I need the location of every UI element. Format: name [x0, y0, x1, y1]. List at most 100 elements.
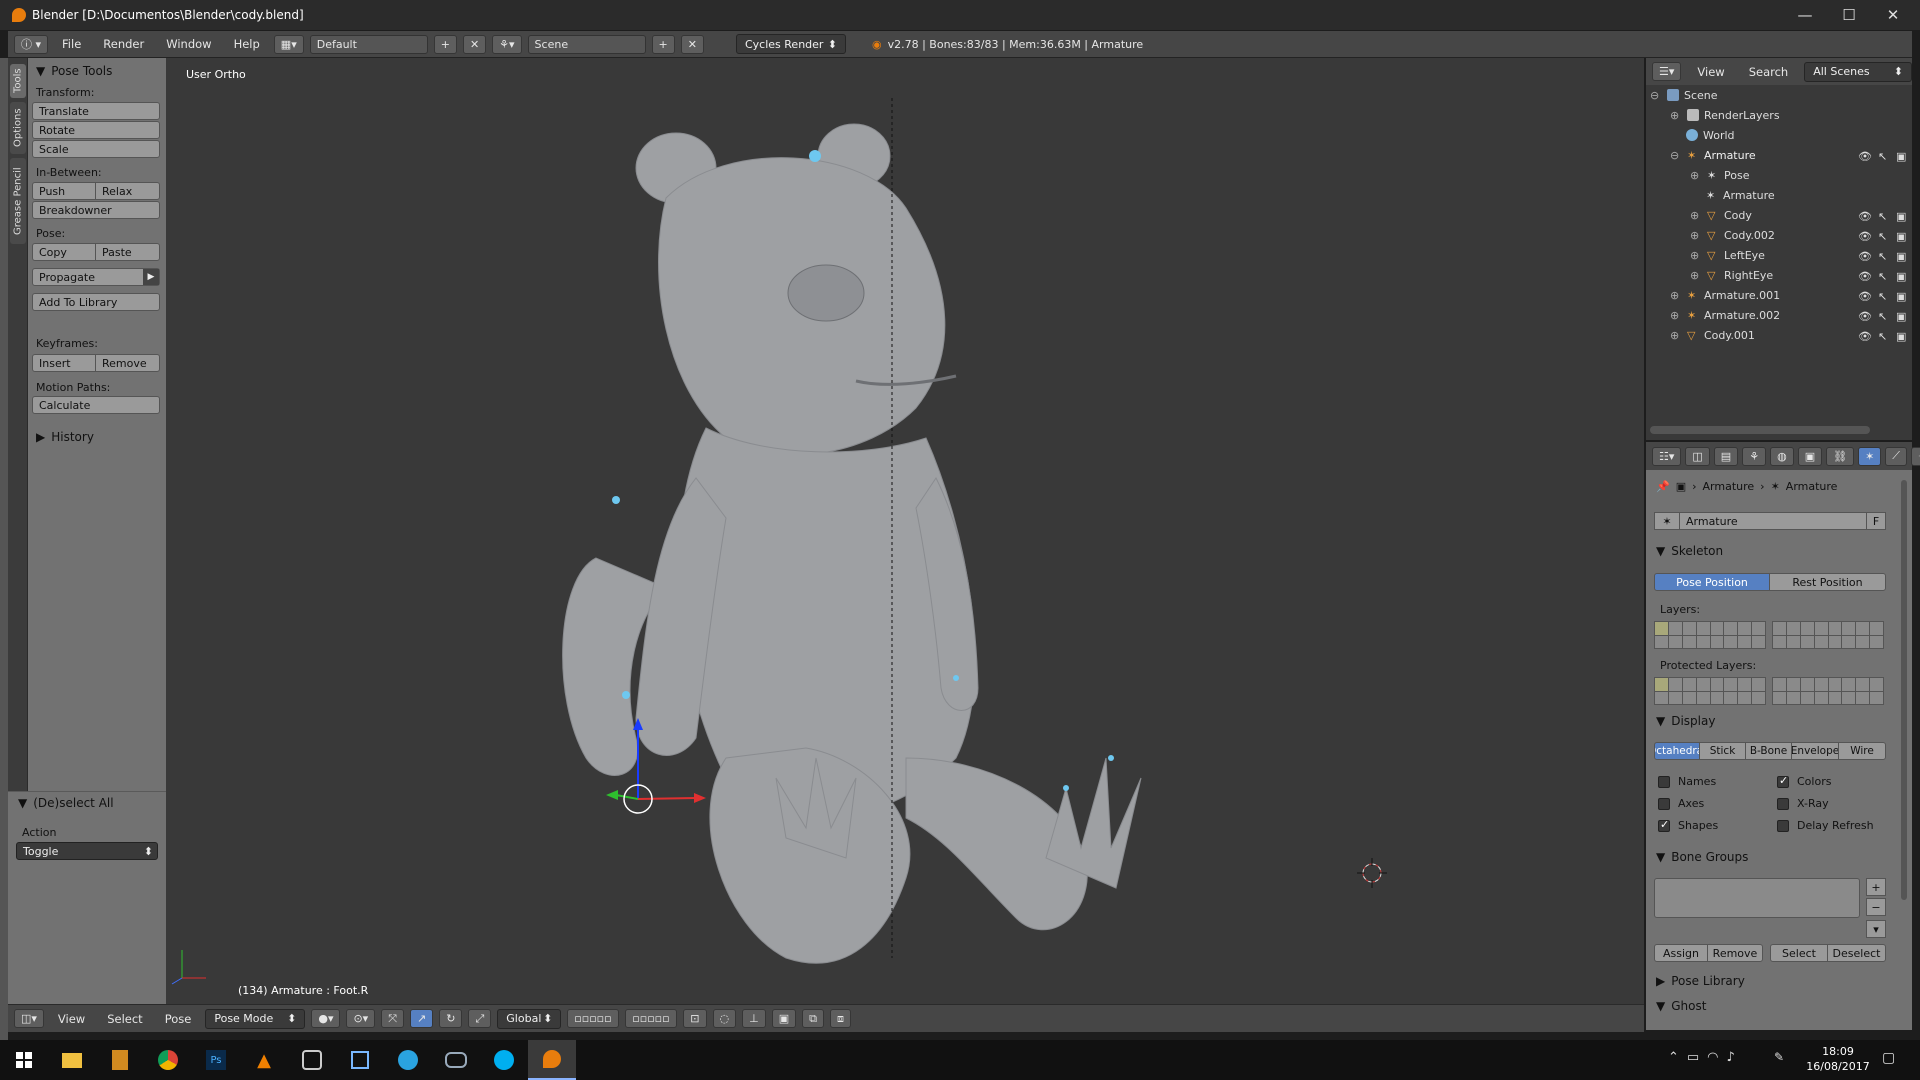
remove-keyframe-button[interactable]: Remove — [95, 354, 160, 372]
gizmo-y-axis[interactable] — [606, 790, 618, 800]
render-layers-tab-icon[interactable]: ▤ — [1713, 446, 1739, 466]
bone-tab-icon[interactable]: ⟋ — [1885, 446, 1907, 466]
deselect-button[interactable]: Deselect — [1827, 944, 1886, 962]
push-button[interactable]: Push — [32, 182, 96, 200]
manipulator-toggle-icon[interactable]: ⤧ — [381, 1009, 405, 1028]
file-explorer-icon[interactable] — [48, 1040, 96, 1080]
chrome-icon[interactable] — [144, 1040, 192, 1080]
editor-type-info-icon[interactable]: ⓘ ▾ — [14, 34, 49, 54]
propagate-menu-icon[interactable]: ▶ — [143, 269, 159, 285]
add-scene-icon[interactable]: + — [651, 34, 675, 54]
render-engine-select[interactable]: Cycles Render ⬍ — [735, 34, 846, 54]
bone-group-menu-icon[interactable]: ▾ — [1866, 920, 1886, 938]
datablock-name-field[interactable]: Armature — [1679, 512, 1867, 530]
maximize-icon[interactable]: ☐ — [1826, 0, 1872, 30]
outliner-filter-select[interactable]: All Scenes ⬍ — [1804, 61, 1912, 82]
breakdowner-button[interactable]: Breakdowner — [32, 201, 160, 219]
ghost-header[interactable]: ▼ Ghost — [1656, 999, 1706, 1013]
telegram-icon[interactable] — [384, 1040, 432, 1080]
propagate-button[interactable]: Propagate ▶ — [32, 268, 160, 286]
outliner-item-renderlayers[interactable]: ⊕ RenderLayers — [1670, 105, 1780, 125]
menu-render[interactable]: Render — [95, 37, 152, 51]
remove-button[interactable]: Remove — [1707, 944, 1763, 962]
paste-pose-button[interactable]: Paste — [95, 243, 160, 261]
blender-taskbar-icon[interactable] — [528, 1040, 576, 1080]
pin-icon[interactable]: 📌 — [1656, 480, 1670, 493]
rotate-button[interactable]: Rotate — [32, 121, 160, 139]
gizmo-x-axis[interactable] — [694, 793, 706, 803]
outliner-select-column[interactable]: ↖ ↖ ↖ ↖ ↖ ↖ ↖ ↖ — [1878, 147, 1887, 347]
clock[interactable]: 18:09 16/08/2017 — [1806, 1044, 1870, 1074]
menu-file[interactable]: File — [54, 37, 89, 51]
layers-grid-1[interactable] — [1654, 621, 1766, 649]
skype-icon[interactable] — [480, 1040, 528, 1080]
pen-icon[interactable]: ✎ — [1774, 1050, 1784, 1064]
outliner-item-lefteye[interactable]: ⊕ ▽ LeftEye — [1690, 245, 1765, 265]
insert-keyframe-button[interactable]: Insert — [32, 354, 96, 372]
axes-checkbox[interactable] — [1658, 798, 1670, 810]
outliner-item-scene[interactable]: ⊖ Scene — [1650, 85, 1718, 105]
outliner-item-armature-data[interactable]: ✶ Armature — [1706, 185, 1775, 205]
menu-pose[interactable]: Pose — [157, 1012, 200, 1026]
bone-constraints-tab-icon[interactable]: ✧ — [1910, 446, 1920, 466]
add-to-library-button[interactable]: Add To Library — [32, 293, 160, 311]
skeleton-header[interactable]: ▼ Skeleton — [1656, 544, 1723, 558]
app-icon[interactable] — [96, 1040, 144, 1080]
add-bone-group-icon[interactable]: + — [1866, 878, 1886, 896]
tab-grease-pencil[interactable]: Grease Pencil — [10, 158, 26, 244]
translate-button[interactable]: Translate — [32, 102, 160, 120]
outliner-item-armature-001[interactable]: ⊕ ✶ Armature.001 — [1670, 285, 1780, 305]
remove-bone-group-icon[interactable]: − — [1866, 898, 1886, 916]
copy-pose-icon[interactable]: ⧉ — [802, 1009, 824, 1028]
pivot-point-icon[interactable]: ⊙▾ — [346, 1009, 376, 1028]
outliner-scrollbar[interactable] — [1650, 426, 1870, 434]
render-tab-icon[interactable]: ◫ — [1685, 446, 1710, 466]
photoshop-icon[interactable]: Ps — [192, 1040, 240, 1080]
octahedral-tab[interactable]: Octahedral — [1654, 742, 1700, 760]
layers-grid-2[interactable] — [1772, 621, 1884, 649]
world-tab-icon[interactable]: ◍ — [1770, 446, 1794, 466]
outliner-item-armature[interactable]: ⊖ ✶ Armature — [1670, 145, 1756, 165]
wire-tab[interactable]: Wire — [1838, 742, 1886, 760]
menu-select[interactable]: Select — [99, 1012, 150, 1026]
editor-type-outliner-icon[interactable]: ☰▾ — [1652, 62, 1682, 81]
notifications-icon[interactable]: ▢ — [1882, 1050, 1895, 1066]
tab-tools[interactable]: Tools — [10, 64, 26, 98]
steam-icon[interactable] — [288, 1040, 336, 1080]
protected-layers-grid-2[interactable] — [1772, 677, 1884, 705]
xray-checkbox[interactable] — [1777, 798, 1789, 810]
close-icon[interactable]: ✕ — [1870, 0, 1916, 30]
outliner-render-column[interactable]: ▣ ▣ ▣ ▣ ▣ ▣ ▣ ▣ — [1896, 147, 1906, 347]
copy-pose-button[interactable]: Copy — [32, 243, 96, 261]
menu-view[interactable]: View — [50, 1012, 93, 1026]
pose-library-header[interactable]: ▶ Pose Library — [1656, 974, 1745, 988]
layer-buttons-1[interactable]: ▫▫▫▫▫ — [567, 1009, 620, 1028]
screen-layout-icon[interactable]: ▦▾ — [273, 34, 304, 54]
outliner-visibility-column[interactable]: 👁 👁 👁 👁 👁 👁 👁 👁 — [1858, 147, 1872, 347]
notes-icon[interactable] — [336, 1040, 384, 1080]
scene-tab-icon[interactable]: ⚘ — [1742, 446, 1767, 466]
outliner-item-armature-002[interactable]: ⊕ ✶ Armature.002 — [1670, 305, 1780, 325]
proportional-edit-icon[interactable]: ◌ — [712, 1009, 737, 1028]
outliner-menu-search[interactable]: Search — [1741, 65, 1797, 79]
pose-position-button[interactable]: Pose Position — [1654, 573, 1770, 591]
history-header[interactable]: ▶ History — [36, 430, 94, 444]
colors-checkbox[interactable] — [1777, 774, 1789, 788]
protected-layers-grid-1[interactable] — [1654, 677, 1766, 705]
menu-window[interactable]: Window — [158, 37, 219, 51]
select-button[interactable]: Select — [1770, 944, 1828, 962]
bone-groups-list[interactable] — [1654, 878, 1860, 918]
snap-icon[interactable]: ⊥ — [742, 1009, 766, 1028]
shapes-checkbox[interactable] — [1658, 818, 1670, 832]
editor-type-3d-icon[interactable]: ◫▾ — [14, 1009, 44, 1028]
system-tray-icons[interactable]: ⌃▭◠♪ — [1668, 1050, 1743, 1065]
3d-viewport[interactable]: User Ortho (134) Armature: Foot.R — [166, 58, 1644, 1004]
outliner-item-cody[interactable]: ⊕ ▽ Cody — [1690, 205, 1752, 225]
outliner-item-world[interactable]: World — [1686, 125, 1735, 145]
start-icon[interactable] — [0, 1040, 48, 1080]
render-preview-icon[interactable]: ▣ — [771, 1009, 797, 1028]
envelope-tab[interactable]: Envelope — [1791, 742, 1839, 760]
calculate-button[interactable]: Calculate — [32, 396, 160, 414]
stick-tab[interactable]: Stick — [1699, 742, 1746, 760]
bone-groups-header[interactable]: ▼ Bone Groups — [1656, 850, 1748, 864]
